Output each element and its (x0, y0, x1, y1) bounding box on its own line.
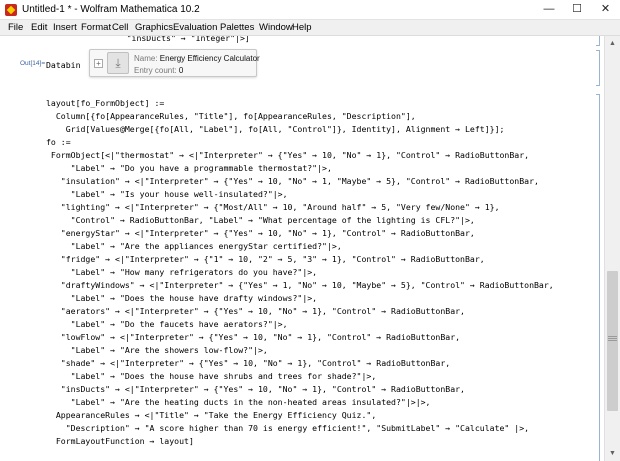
menu-bar: File Edit Insert Format Cell Graphics Ev… (0, 20, 620, 36)
menu-palettes[interactable]: Palettes (220, 22, 254, 33)
databin-name: Name: Energy Efficiency Calculator (134, 54, 260, 63)
code-line: fo := (46, 137, 71, 147)
cell-bracket[interactable] (596, 94, 600, 461)
expand-plus-icon[interactable]: + (94, 59, 103, 68)
code-line: "Label" → "Are the heating ducts in the … (46, 397, 431, 407)
code-line: "Label" → "Are the appliances energyStar… (46, 241, 342, 251)
code-line: "lighting" → <|"Interpreter" → {"Most/Al… (46, 202, 500, 212)
code-line: "draftyWindows" → <|"Interpreter" → {"Ye… (46, 280, 554, 290)
menu-format[interactable]: Format (81, 22, 111, 33)
menu-insert[interactable]: Insert (53, 22, 77, 33)
code-line: "fridge" → <|"Interpreter" → {"1" → 10, … (46, 254, 485, 264)
cell-bracket[interactable] (596, 36, 600, 46)
code-line: "lowFlow" → <|"Interpreter" → {"Yes" → 1… (46, 332, 461, 342)
cell-brackets[interactable] (590, 36, 604, 461)
menu-evaluation[interactable]: Evaluation (173, 22, 217, 33)
code-line: FormObject[<|"thermostat" → <|"Interpret… (46, 150, 530, 160)
scroll-grip-icon (608, 336, 617, 337)
menu-file[interactable]: File (8, 22, 23, 33)
code-line: "energyStar" → <|"Interpreter" → {"Yes" … (46, 228, 475, 238)
vertical-scrollbar[interactable]: ▲ ▼ (604, 36, 620, 461)
cell-bracket[interactable] (596, 50, 600, 86)
code-line: "Label" → "Does the house have shrubs an… (46, 371, 377, 381)
code-line: "insDucts" → <|"Interpreter" → {"Yes" → … (46, 384, 465, 394)
databin-prefix: Databin (46, 60, 81, 70)
output-label: Out[14]= (20, 60, 46, 67)
notebook-area[interactable]: "insDucts" → "Integer"|>] Out[14]= Datab… (0, 36, 604, 461)
code-line: "Control" → RadioButtonBar, "Label" → "W… (46, 215, 475, 225)
code-line: AppearanceRules → <|"Title" → "Take the … (46, 410, 377, 420)
menu-help[interactable]: Help (292, 22, 312, 33)
code-line: "Label" → "Do you have a programmable th… (46, 163, 332, 173)
code-line: "Label" → "Do the faucets have aerators?… (46, 319, 288, 329)
databin-entity-summary[interactable]: + ⤓ Name: Energy Efficiency Calculator E… (89, 49, 260, 77)
scroll-up-arrow-icon[interactable]: ▲ (605, 36, 620, 51)
scroll-down-arrow-icon[interactable]: ▼ (605, 446, 620, 461)
code-line: Grid[Values@Merge[{fo[All, "Label"], fo[… (46, 124, 505, 134)
mathematica-app-icon[interactable] (5, 4, 17, 16)
code-line: layout[fo_FormObject] := (46, 98, 165, 108)
code-line: "insDucts" → "Integer"|>] (28, 36, 250, 43)
menu-cell[interactable]: Cell (112, 22, 128, 33)
code-line: "Label" → "How many refrigerators do you… (46, 267, 318, 277)
code-line: "Label" → "Are the showers low-flow?"|>, (46, 345, 268, 355)
scroll-thumb[interactable] (607, 271, 618, 411)
code-line: "aerators" → <|"Interpreter" → {"Yes" → … (46, 306, 465, 316)
title-bar: Untitled-1 * - Wolfram Mathematica 10.2 … (0, 0, 620, 20)
window-title: Untitled-1 * - Wolfram Mathematica 10.2 (22, 4, 200, 15)
code-line: FormLayoutFunction → layout] (46, 436, 194, 446)
code-line: "Label" → "Does the house have drafty wi… (46, 293, 318, 303)
menu-graphics[interactable]: Graphics (135, 22, 173, 33)
code-line: "shade" → <|"Interpreter" → {"Yes" → 10,… (46, 358, 451, 368)
menu-edit[interactable]: Edit (31, 22, 47, 33)
maximize-button[interactable]: ☐ (563, 0, 591, 20)
close-button[interactable]: ✕ (591, 0, 620, 20)
code-line: Column[{fo[AppearanceRules, "Title"], fo… (46, 111, 416, 121)
code-line: "insulation" → <|"Interpreter" → {"Yes" … (46, 176, 539, 186)
menu-window[interactable]: Window (259, 22, 293, 33)
minimize-button[interactable]: — (535, 0, 563, 20)
databin-entry-count: Entry count: 0 (134, 66, 184, 75)
databin-download-icon: ⤓ (107, 52, 129, 74)
code-line: "Description" → "A score higher than 70 … (46, 423, 530, 433)
code-line: "Label" → "Is your house well-insulated?… (46, 189, 288, 199)
